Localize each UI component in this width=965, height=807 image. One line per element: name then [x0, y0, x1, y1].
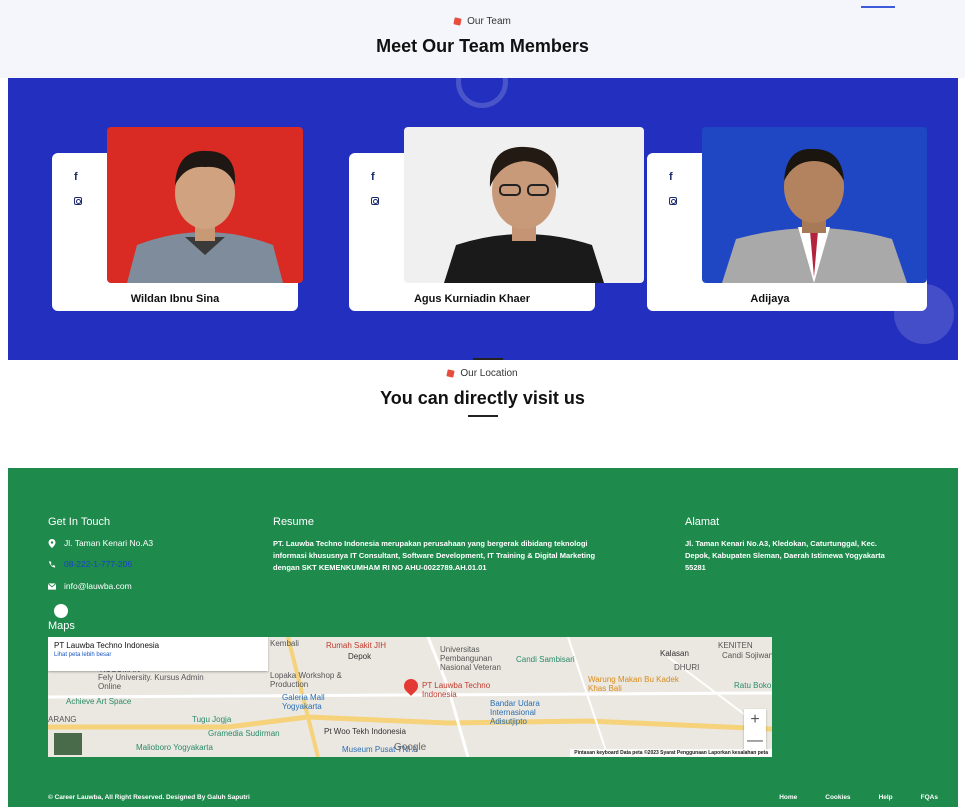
copyright-text: © Career Lauwba, All Right Reserved. Des…: [48, 794, 250, 801]
instagram-icon[interactable]: [74, 197, 82, 205]
facebook-icon[interactable]: f: [371, 171, 379, 183]
member-name: Agus Kurniadin Khaer: [413, 293, 531, 305]
page: Our Team Meet Our Team Members f Wildan …: [0, 0, 965, 807]
team-eyebrow-icon: [453, 17, 462, 26]
alamat-text: Jl. Taman Kenari No.A3, Kledokan, Caturt…: [685, 539, 885, 572]
member-photo: [404, 127, 644, 283]
location-title: You can directly visit us: [380, 388, 585, 408]
social-circle-icon[interactable]: [54, 604, 68, 618]
contact-phone: 08-222-1-777-206: [48, 559, 132, 569]
member-photo: [702, 127, 927, 283]
map-place: Universitas Pembangunan Nasional Veteran: [440, 645, 501, 672]
team-card: f Wildan Ibnu Sina: [52, 127, 303, 311]
contact-address: Jl. Taman Kenari No.A3: [48, 538, 153, 548]
map-place: Rumah Sakit JIH: [326, 641, 387, 650]
footer-link-help[interactable]: Help: [879, 794, 893, 801]
footer: Get In Touch Jl. Taman Kenari No.A3 08-2…: [8, 468, 958, 807]
title-underline: [467, 415, 498, 417]
map-place[interactable]: PT Lauwba Techno Indonesia: [422, 681, 512, 699]
map-attribution[interactable]: Pintasan keyboard Data peta ©2023 Syarat…: [570, 749, 772, 757]
contact-phone-link[interactable]: 08-222-1-777-206: [64, 559, 132, 569]
member-name: Wildan Ibnu Sina: [130, 293, 220, 305]
map-place: DHURI: [674, 663, 700, 672]
get-in-touch-title: Get In Touch: [48, 516, 111, 528]
map-place: Pt Woo Tekh Indonesia: [324, 727, 406, 736]
instagram-icon[interactable]: [669, 197, 677, 205]
map-card-title: PT Lauwba Techno Indonesia: [54, 641, 160, 650]
map-place: Tugu Jogja: [192, 715, 232, 724]
team-band: f Wildan Ibnu Sina f Agus Kurniadin Khae…: [8, 78, 958, 360]
map-place: Kalasan: [660, 649, 689, 658]
map-place: Warung Makan Bu Kadek Khas Bali: [588, 675, 679, 693]
contact-email: info@lauwba.com: [48, 581, 132, 591]
location-eyebrow: Our Location: [446, 368, 518, 379]
resume-text: PT. Lauwba Techno Indonesia merupakan pe…: [273, 539, 596, 572]
instagram-icon[interactable]: [371, 197, 379, 205]
social-links: f: [74, 171, 82, 205]
team-card: f Agus Kurniadin Khaer: [349, 127, 644, 311]
location-eyebrow-label: Our Location: [460, 368, 518, 379]
facebook-icon[interactable]: f: [669, 171, 677, 183]
alamat-title: Alamat: [685, 516, 720, 528]
google-logo: Google: [394, 742, 427, 753]
map-place: Achieve Art Space: [66, 697, 132, 706]
location-eyebrow-icon: [446, 369, 456, 378]
map-place: Malioboro Yogyakarta: [136, 743, 213, 752]
team-header: Our Team Meet Our Team Members: [0, 0, 965, 78]
map-place: Ratu Boko: [734, 681, 772, 690]
team-card: f Adijaya: [647, 127, 927, 311]
map-place: Candi Sambisari: [516, 655, 575, 664]
map-pin-icon: [48, 538, 56, 548]
map-info-card: PT Lauwba Techno Indonesia Lihat peta le…: [48, 637, 268, 671]
footer-link-home[interactable]: Home: [779, 794, 797, 801]
map-place: Gramedia Sudirman: [208, 729, 280, 738]
team-eyebrow: Our Team: [453, 16, 511, 27]
phone-icon: [48, 560, 56, 568]
map-place: Candi Sojiwan: [722, 651, 772, 660]
map-place: KENITEN: [718, 641, 753, 650]
footer-link-fqas[interactable]: FQAs: [921, 794, 938, 801]
member-name: Adijaya: [750, 293, 790, 305]
social-links: f: [371, 171, 379, 205]
team-eyebrow-label: Our Team: [467, 16, 511, 27]
member-photo: [107, 127, 303, 283]
map-place: Depok: [348, 652, 372, 661]
maps-label: Maps: [48, 620, 75, 632]
social-links: f: [669, 171, 677, 205]
resume-title: Resume: [273, 516, 314, 528]
contact-address-text: Jl. Taman Kenari No.A3: [64, 538, 154, 548]
envelope-icon: [48, 582, 56, 590]
footer-bottom-bar: © Career Lauwba, All Right Reserved. Des…: [8, 794, 958, 807]
map-place: Fely University. Kursus Admin Online: [98, 673, 204, 691]
map-place: ARANG: [48, 715, 77, 724]
map-place: Lopaka Workshop & Production: [270, 671, 342, 689]
top-accent-line: [861, 6, 895, 8]
map-place: Kembali: [270, 639, 299, 648]
map-place: Bandar Udara Internasional Adisutjipto: [490, 699, 540, 726]
map-embed[interactable]: Rumah Sakit JIH Kembali Depok Universita…: [48, 637, 772, 757]
zoom-in-button[interactable]: +: [744, 709, 766, 730]
facebook-icon[interactable]: f: [74, 171, 82, 183]
contact-email-link[interactable]: info@lauwba.com: [64, 581, 132, 591]
footer-links: Home Cookies Help FQAs: [779, 794, 938, 801]
map-zoom-control: + —: [744, 709, 766, 751]
decor-ring: [456, 78, 508, 108]
map-place: Galeria Mall Yogyakarta: [282, 693, 325, 711]
map-card-link[interactable]: Lihat peta lebih besar: [54, 652, 262, 658]
footer-link-cookies[interactable]: Cookies: [825, 794, 850, 801]
zoom-out-button[interactable]: —: [744, 730, 766, 751]
team-title: Meet Our Team Members: [376, 36, 589, 56]
location-section: Our Location You can directly visit us: [0, 360, 965, 468]
